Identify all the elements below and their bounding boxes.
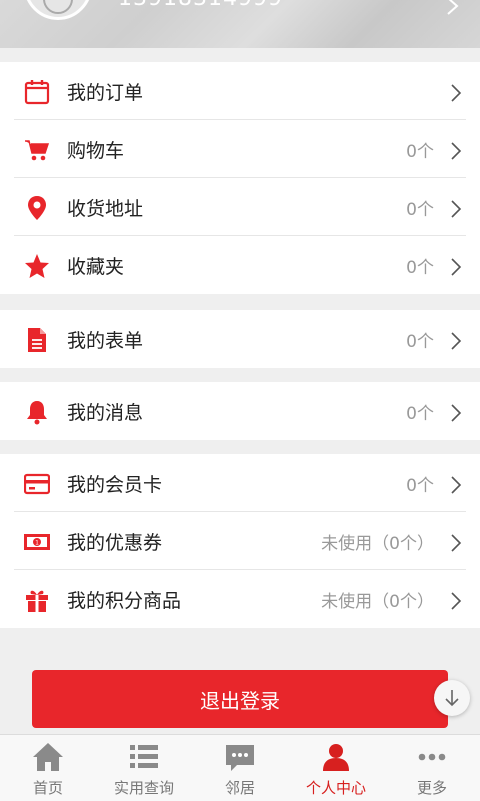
- menu-item-value: 0个: [406, 142, 434, 162]
- tab-queries[interactable]: 实用查询: [96, 735, 192, 801]
- menu-item-cart[interactable]: 购物车 0个: [14, 120, 466, 178]
- tab-label: 邻居: [224, 779, 255, 797]
- chevron-right-icon: [451, 332, 462, 350]
- home-icon: [33, 743, 63, 771]
- avatar-placeholder-icon: [43, 0, 73, 14]
- menu-item-address[interactable]: 收货地址 0个: [14, 178, 466, 236]
- menu-item-label: 我的消息: [67, 402, 144, 424]
- more-icon: [418, 753, 446, 761]
- location-pin-icon: [28, 196, 46, 220]
- credit-card-icon: [24, 473, 50, 495]
- menu-group-forms: 我的表单 0个: [0, 310, 480, 368]
- gift-icon: [26, 590, 48, 612]
- menu-item-label: 我的订单: [67, 82, 144, 104]
- star-icon: [25, 254, 49, 278]
- chevron-right-icon: [451, 84, 462, 102]
- phone-number: 13918314999: [118, 0, 283, 11]
- tab-label: 首页: [32, 779, 63, 797]
- logout-button[interactable]: 退出登录: [32, 670, 448, 728]
- coupon-icon: 1: [24, 534, 50, 550]
- menu-item-messages[interactable]: 我的消息 0个: [14, 382, 466, 440]
- tab-label: 更多: [416, 779, 447, 797]
- chevron-right-icon: [451, 258, 462, 276]
- chevron-right-icon: [451, 476, 462, 494]
- menu-item-label: 我的积分商品: [67, 590, 182, 612]
- bottom-tab-bar: 首页 实用查询 邻居 个人中心 更多: [0, 734, 480, 801]
- chevron-right-icon: [451, 142, 462, 160]
- menu-item-label: 我的会员卡: [67, 474, 163, 496]
- menu-item-points-goods[interactable]: 我的积分商品 未使用（0个）: [14, 570, 466, 628]
- shopping-cart-icon: [25, 140, 50, 161]
- menu-item-value: 0个: [406, 200, 434, 220]
- svg-text:1: 1: [35, 540, 39, 547]
- menu-item-label: 收藏夹: [67, 256, 125, 278]
- tab-profile[interactable]: 个人中心: [288, 735, 384, 801]
- bell-icon: [27, 401, 47, 425]
- menu-group-membership: 我的会员卡 0个 1 我的优惠券 未使用（0个） 我的积分商品 未使用（0个）: [0, 454, 480, 628]
- chevron-right-icon: [451, 592, 462, 610]
- menu-item-forms[interactable]: 我的表单 0个: [14, 310, 466, 368]
- menu-item-value: 0个: [406, 404, 434, 424]
- chevron-right-icon: [451, 200, 462, 218]
- chevron-right-icon[interactable]: [446, 0, 460, 16]
- menu-group-messages: 我的消息 0个: [0, 382, 480, 440]
- menu-item-value: 未使用（0个）: [321, 534, 434, 554]
- tab-home[interactable]: 首页: [0, 735, 96, 801]
- user-icon: [323, 744, 349, 771]
- chevron-right-icon: [451, 404, 462, 422]
- chevron-right-icon: [451, 534, 462, 552]
- menu-item-coupons[interactable]: 1 我的优惠券 未使用（0个）: [14, 512, 466, 570]
- menu-item-value: 未使用（0个）: [321, 592, 434, 612]
- menu-item-label: 购物车: [67, 140, 125, 162]
- tab-label: 个人中心: [305, 779, 366, 797]
- menu-item-favorites[interactable]: 收藏夹 0个: [14, 236, 466, 294]
- scroll-down-button[interactable]: [434, 680, 470, 716]
- chat-icon: [226, 745, 254, 771]
- menu-item-value: 0个: [406, 258, 434, 278]
- menu-group-orders: 我的订单 购物车 0个 收货地址 0个 收藏夹 0个: [0, 62, 480, 294]
- calendar-icon: [24, 80, 50, 105]
- tab-neighbors[interactable]: 邻居: [192, 735, 288, 801]
- menu-item-label: 收货地址: [67, 198, 144, 220]
- menu-item-label: 我的表单: [67, 330, 144, 352]
- tab-label: 实用查询: [113, 779, 174, 797]
- menu-item-member-card[interactable]: 我的会员卡 0个: [14, 454, 466, 512]
- document-icon: [28, 328, 46, 352]
- menu-item-value: 0个: [406, 332, 434, 352]
- menu-item-label: 我的优惠券: [67, 532, 163, 554]
- menu-item-orders[interactable]: 我的订单: [14, 62, 466, 120]
- menu-item-value: 0个: [406, 476, 434, 496]
- arrow-down-icon: [445, 690, 459, 707]
- list-icon: [130, 745, 158, 768]
- avatar[interactable]: [24, 0, 92, 20]
- tab-more[interactable]: 更多: [384, 735, 480, 801]
- profile-header: 13918314999: [0, 0, 480, 48]
